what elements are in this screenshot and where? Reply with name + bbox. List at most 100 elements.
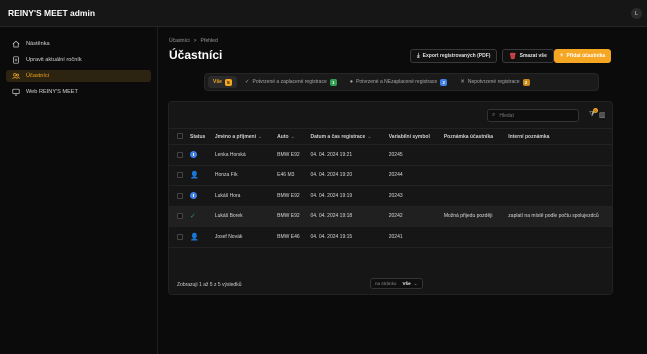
col-note: Poznámka účastníka	[440, 128, 506, 145]
sidebar-item-edit-year[interactable]: Upravit aktuální ročník	[6, 54, 151, 66]
select-all-header	[169, 128, 187, 145]
count-badge: 5	[224, 78, 232, 86]
sidebar-item-dashboard[interactable]: Nástěnka	[6, 38, 151, 50]
auto-cell: E46 M3	[274, 165, 308, 186]
export-label: Export registrovaných (PDF)	[422, 53, 491, 59]
col-name[interactable]: Jméno a příjmení ⌄	[211, 128, 275, 145]
search-input[interactable]: ⌕ Hledat	[487, 109, 579, 122]
main-content: Účastníci > Přehled Účastníci ⤓ Export reg…	[158, 27, 647, 354]
vs-cell: 20244	[385, 165, 441, 186]
status-cell: ✓	[187, 206, 212, 227]
sidebar-item-label: Nástěnka	[26, 41, 50, 47]
table-row[interactable]: ✓ Lukáš Borek BMW E92 04. 04. 2024 19:18…	[169, 206, 612, 227]
vs-cell: 20242	[385, 206, 441, 227]
row-checkbox[interactable]	[177, 233, 183, 240]
status-user-icon: 👤	[190, 233, 199, 241]
col-datetime[interactable]: Datum a čas registrace ⌄	[307, 128, 386, 145]
table-header-row: Status Jméno a příjmení ⌄ Auto ⌄ Datum a č…	[169, 128, 612, 145]
col-datetime-label: Datum a čas registrace	[310, 133, 366, 140]
tab-all[interactable]: Vše 5	[208, 76, 237, 88]
export-pdf-button[interactable]: ⤓ Export registrovaných (PDF)	[410, 49, 498, 63]
auto-cell: BMW E92	[274, 185, 308, 207]
tab-confirmed-paid[interactable]: ✓ Potvrzené a zaplacené registrace 1	[240, 76, 342, 88]
app-title[interactable]: REINY'S MEET admin	[8, 8, 95, 18]
sidebar-item-label: Účastníci	[26, 73, 50, 79]
users-icon	[11, 72, 20, 81]
tab-confirmed-unpaid[interactable]: ● Potvrzené a NEzaplacené registrace 2	[345, 76, 452, 88]
add-label: Přidat účastníka	[566, 53, 606, 59]
status-clock-icon	[190, 192, 197, 200]
datetime-cell: 04. 04. 2024 19:21	[307, 144, 386, 166]
vs-cell: 20245	[385, 144, 441, 166]
delete-all-button[interactable]: 🗑 Smazat vše	[502, 49, 554, 63]
note-cell	[440, 185, 506, 207]
datetime-cell: 04. 04. 2024 19:15	[307, 226, 386, 248]
name-cell: Josef Novák	[211, 226, 275, 248]
count-badge: 2	[522, 78, 530, 86]
row-checkbox[interactable]	[177, 213, 183, 220]
clock-icon: ●	[349, 79, 354, 85]
per-page-value: Vše	[402, 281, 411, 286]
tab-label: Potvrzené a NEzaplacené registrace	[356, 79, 438, 85]
status-clock-icon	[190, 151, 197, 159]
vs-cell: 20243	[385, 185, 441, 207]
user-avatar[interactable]: L	[631, 8, 642, 19]
count-badge: 1	[329, 78, 337, 86]
add-participant-button[interactable]: + Přidat účastníka	[554, 49, 612, 63]
tab-label: Potvrzené a zaplacené registrace	[252, 79, 327, 85]
sort-icon: ⌄	[257, 133, 263, 140]
col-auto[interactable]: Auto ⌄	[274, 128, 308, 145]
sort-icon: ⌄	[367, 133, 372, 140]
filter-tabs: Vše 5 ✓ Potvrzené a zaplacené registrace…	[204, 73, 599, 91]
sidebar-item-label: Upravit aktuální ročník	[26, 57, 82, 63]
columns-icon[interactable]: ▥	[599, 111, 606, 119]
row-checkbox[interactable]	[177, 151, 183, 158]
table-row[interactable]: Lukáš Hora BMW E92 04. 04. 2024 19:19 20…	[169, 185, 612, 207]
auto-cell: BMW E92	[274, 206, 308, 227]
count-badge: 2	[440, 78, 448, 86]
table-row[interactable]: Lenka Horská BMW E92 04. 04. 2024 19:21 …	[169, 144, 612, 166]
col-internal-note: Interní poznámka	[505, 128, 612, 145]
row-select-cell	[169, 226, 187, 248]
status-user-icon: 👤	[190, 172, 199, 180]
per-page-select[interactable]: na stránku Vše ⌄	[370, 278, 423, 289]
row-select-cell	[169, 165, 187, 186]
table-row[interactable]: 👤 Honza Fík E46 M3 04. 04. 2024 19:20 20…	[169, 165, 612, 186]
row-checkbox[interactable]	[177, 172, 183, 179]
row-checkbox[interactable]	[177, 192, 183, 199]
status-check-icon: ✓	[190, 213, 196, 221]
search-placeholder: Hledat	[499, 112, 514, 119]
col-auto-label: Auto	[277, 133, 289, 140]
status-cell	[187, 185, 212, 207]
select-all-checkbox[interactable]	[177, 133, 183, 140]
note-cell	[440, 144, 506, 166]
sidebar-item-participants[interactable]: Účastníci	[6, 70, 151, 82]
datetime-cell: 04. 04. 2024 19:19	[307, 185, 386, 207]
download-icon: ⤓	[417, 52, 420, 59]
internal-note-cell: zaplatí na místě podle počtu spolujezdců	[505, 206, 612, 227]
sort-icon: ⌄	[290, 133, 295, 140]
per-page-label: na stránku	[375, 281, 397, 286]
monitor-icon	[11, 88, 20, 97]
internal-note-cell	[505, 185, 612, 207]
tab-unconfirmed[interactable]: ✕ Nepotvrzené registrace 2	[455, 76, 534, 88]
breadcrumb-item-current: Přehled	[200, 38, 218, 44]
top-bar: REINY'S MEET admin L	[0, 0, 647, 27]
tab-label: Nepotvrzené registrace	[467, 79, 520, 85]
plus-icon: +	[560, 53, 564, 59]
home-icon	[11, 40, 20, 49]
sidebar-item-label: Web REINY'S MEET	[26, 89, 78, 95]
internal-note-cell	[505, 165, 612, 186]
participants-table-panel: ⌕ Hledat ⧩ 0 ▥ Status Jméno a příjmení ⌄ …	[168, 101, 613, 295]
breadcrumb-item[interactable]: Účastníci	[169, 38, 190, 44]
tab-label: Vše	[213, 79, 222, 85]
sidebar-item-website[interactable]: Web REINY'S MEET	[6, 86, 151, 98]
participants-table: Status Jméno a příjmení ⌄ Auto ⌄ Datum a č…	[169, 128, 612, 248]
table-row[interactable]: 👤 Josef Novák BMW E46 04. 04. 2024 19:15…	[169, 226, 612, 248]
name-cell: Honza Fík	[211, 165, 275, 186]
col-vs: Variabilní symbol	[385, 128, 441, 145]
search-icon: ⌕	[492, 112, 496, 118]
datetime-cell: 04. 04. 2024 19:18	[307, 206, 386, 227]
chevron-down-icon: ⌄	[413, 280, 418, 286]
status-cell	[187, 144, 212, 166]
